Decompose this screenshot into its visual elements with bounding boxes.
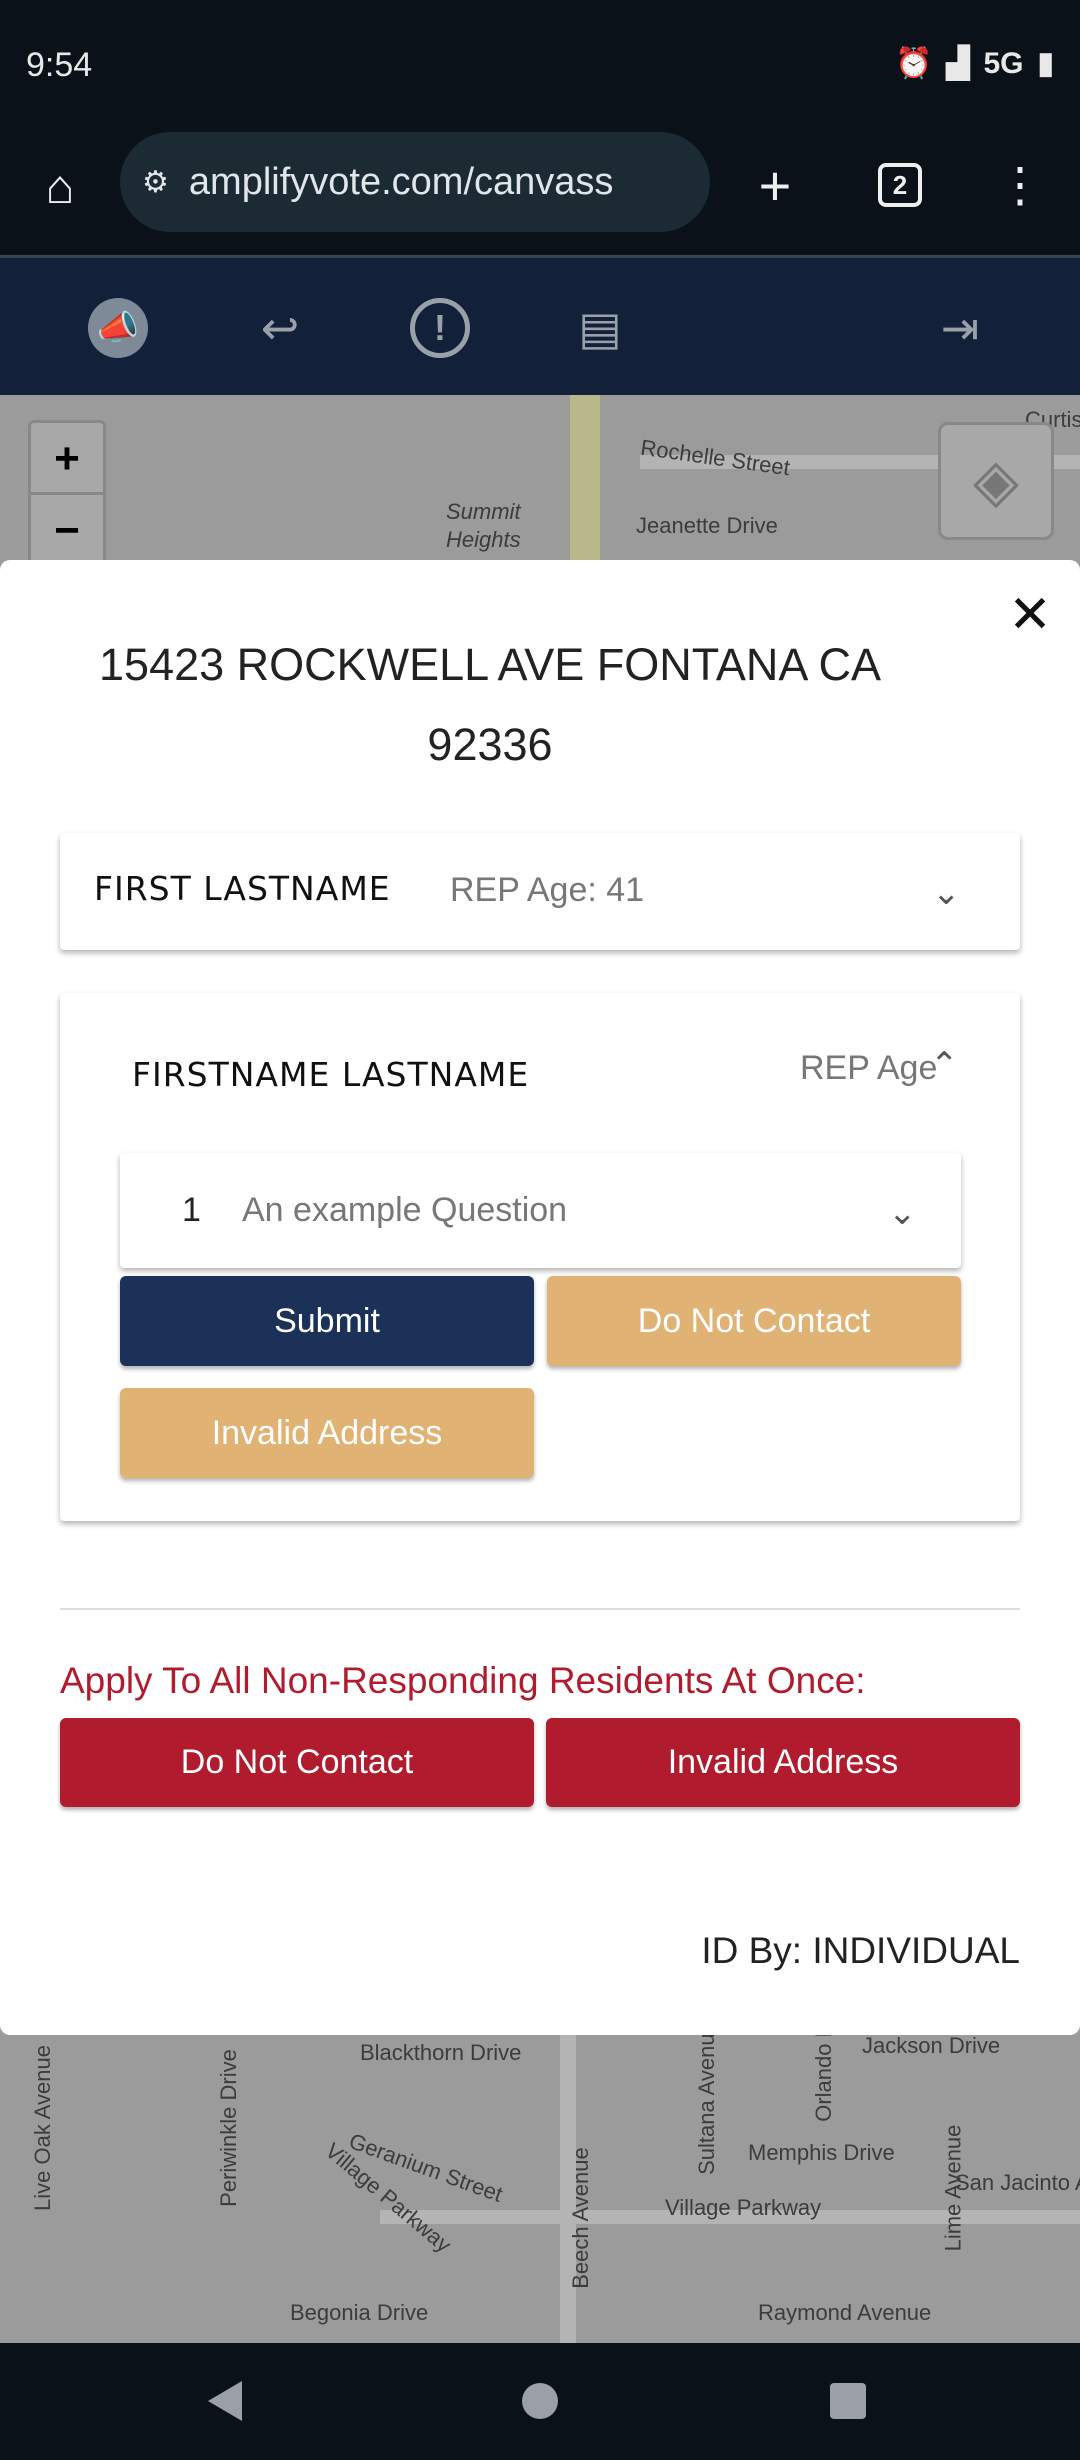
resident-card-collapsed[interactable]: FIRST LASTNAME REP Age: 41 ⌄ bbox=[60, 833, 1020, 950]
network-label: 5G bbox=[983, 46, 1024, 80]
close-button[interactable]: ✕ bbox=[1000, 585, 1060, 645]
layers-button[interactable]: ◈ bbox=[938, 422, 1054, 540]
chevron-down-icon: ⌄ bbox=[888, 1194, 917, 1232]
more-menu-icon[interactable]: ⋮ bbox=[996, 155, 1044, 215]
chevron-down-icon[interactable]: ⌄ bbox=[932, 873, 961, 913]
id-by-label: ID By: INDIVIDUAL bbox=[701, 1930, 1020, 1971]
new-tab-icon[interactable]: + bbox=[745, 154, 805, 217]
megaphone-logo[interactable]: 📣 bbox=[88, 298, 148, 358]
question-text: An example Question bbox=[242, 1191, 568, 1229]
signal-icon: ▟ bbox=[946, 47, 970, 80]
resident-name: FIRST LASTNAME bbox=[94, 869, 391, 908]
resident-name: FIRSTNAME LASTNAME bbox=[132, 1055, 530, 1094]
apply-all-invalid-address-button[interactable]: Invalid Address bbox=[546, 1718, 1020, 1807]
back-icon[interactable] bbox=[208, 2381, 242, 2421]
divider bbox=[60, 1608, 1020, 1610]
resident-info: REP Age bbox=[800, 1049, 938, 1087]
chevron-up-icon[interactable]: ⌃ bbox=[930, 1045, 959, 1085]
alarm-icon: ⏰ bbox=[895, 47, 933, 80]
zoom-control: + − bbox=[28, 420, 106, 570]
resident-card-expanded: FIRSTNAME LASTNAME REP Age ⌃ 1 An exampl… bbox=[60, 993, 1020, 1521]
reply-icon[interactable]: ↩ bbox=[250, 298, 310, 358]
alert-icon[interactable]: ! bbox=[410, 298, 470, 358]
close-icon: ✕ bbox=[1008, 586, 1052, 644]
invalid-address-button[interactable]: Invalid Address bbox=[120, 1388, 534, 1478]
home-nav-icon[interactable] bbox=[522, 2383, 558, 2419]
question-number: 1 bbox=[182, 1191, 201, 1229]
library-icon[interactable]: ▤ bbox=[570, 298, 630, 358]
url-bar[interactable]: ⚙ amplifyvote.com/canvass bbox=[120, 132, 710, 232]
clock: 9:54 bbox=[26, 46, 93, 84]
site-settings-icon[interactable]: ⚙ bbox=[142, 165, 169, 200]
zoom-out-button[interactable]: − bbox=[31, 495, 103, 567]
system-nav-bar bbox=[0, 2343, 1080, 2460]
resident-info: REP Age: 41 bbox=[450, 871, 645, 909]
do-not-contact-button[interactable]: Do Not Contact bbox=[547, 1276, 961, 1366]
apply-all-label: Apply To All Non-Responding Residents At… bbox=[60, 1660, 866, 1701]
url-text: amplifyvote.com/canvass bbox=[188, 160, 614, 203]
tab-switcher-button[interactable]: 2 bbox=[878, 163, 922, 207]
layers-icon: ◈ bbox=[972, 447, 1020, 514]
app-toolbar: 📣 ↩ ! ▤ ⇥ bbox=[0, 255, 1080, 395]
address-title: 15423 ROCKWELL AVE FONTANA CA 92336 bbox=[99, 639, 881, 770]
apply-all-do-not-contact-button[interactable]: Do Not Contact bbox=[60, 1718, 534, 1807]
recents-icon[interactable] bbox=[830, 2383, 866, 2419]
status-bar: 9:54 ⏰ ▟ 5G ▮ bbox=[0, 0, 1080, 130]
battery-icon: ▮ bbox=[1037, 47, 1054, 80]
home-icon[interactable]: ⌂ bbox=[28, 155, 92, 219]
logout-icon[interactable]: ⇥ bbox=[930, 298, 990, 358]
zoom-in-button[interactable]: + bbox=[31, 423, 103, 495]
submit-button[interactable]: Submit bbox=[120, 1276, 534, 1366]
question-dropdown[interactable]: 1 An example Question ⌄ bbox=[120, 1153, 961, 1268]
